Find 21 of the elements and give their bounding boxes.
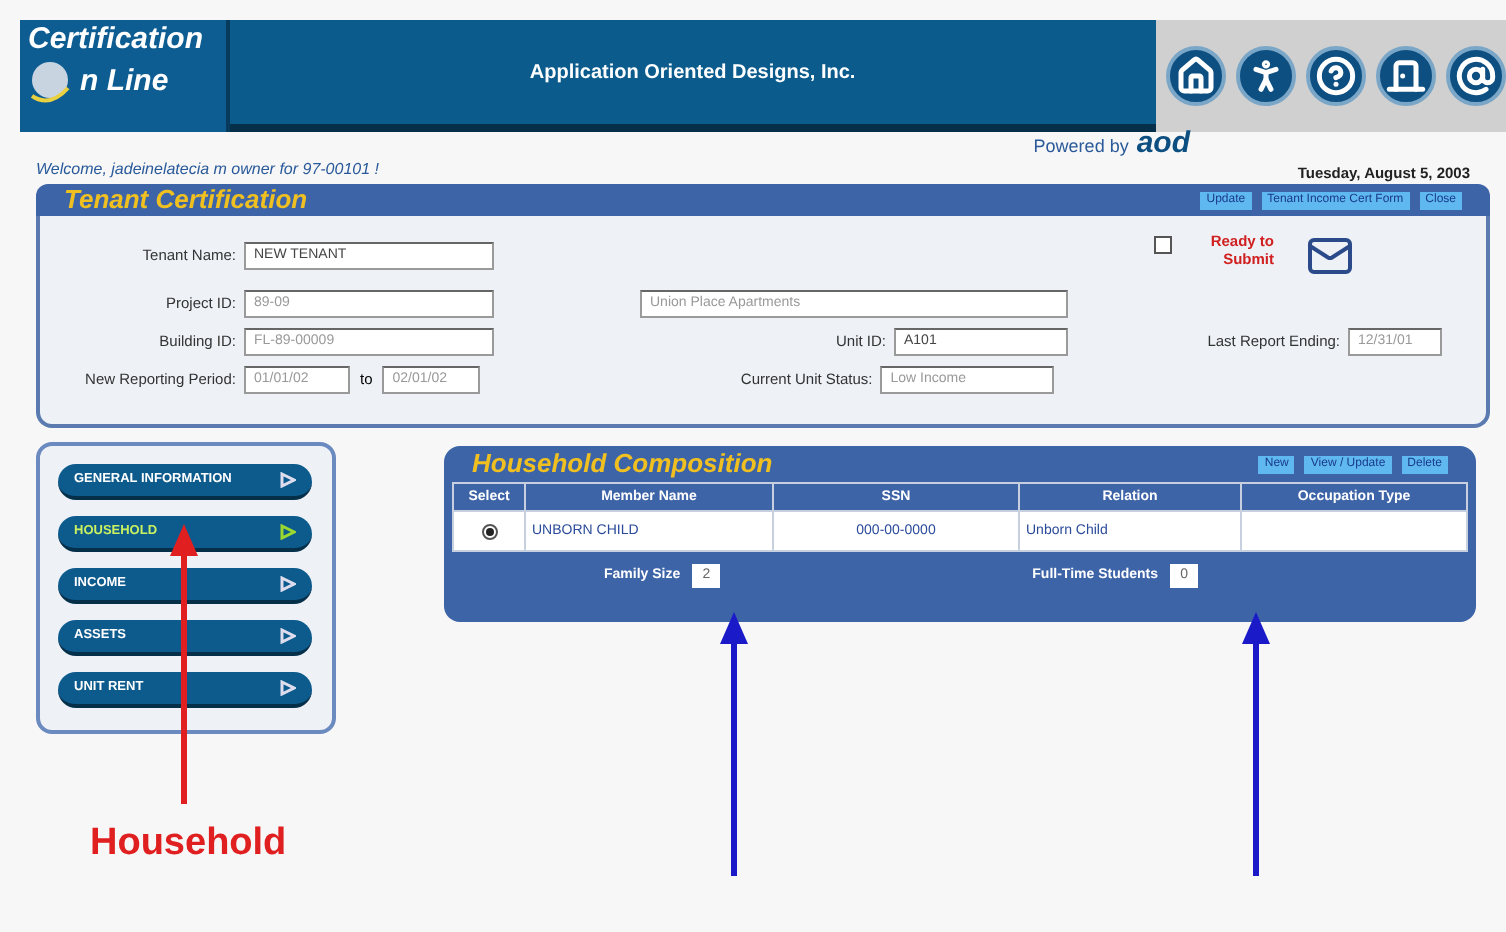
household-title: Household Composition [472, 446, 773, 483]
door-icon[interactable] [1376, 46, 1436, 106]
play-icon [280, 472, 296, 488]
company-name: Application Oriented Designs, Inc. [529, 59, 856, 87]
person-icon[interactable] [1236, 46, 1296, 106]
envelope-icon [1302, 232, 1358, 280]
powered-by-text: Powered by [1033, 134, 1129, 161]
brand-logo: aod [1136, 128, 1190, 159]
at-sign-icon[interactable] [1446, 46, 1506, 106]
play-icon [280, 576, 296, 592]
play-icon [280, 524, 296, 540]
section-title: Tenant Certification [64, 182, 308, 219]
annotation-label: Household [90, 820, 287, 868]
welcome-text: Welcome, jadeinelatecia m owner for 97-00101 ! [36, 158, 379, 182]
row-radio[interactable] [481, 523, 497, 539]
home-icon[interactable] [1166, 46, 1226, 106]
help-icon[interactable] [1306, 46, 1366, 106]
play-icon [280, 628, 296, 644]
play-icon [280, 680, 296, 696]
logo[interactable]: Certification n Line [20, 20, 230, 132]
ready-checkbox[interactable] [1154, 236, 1172, 254]
